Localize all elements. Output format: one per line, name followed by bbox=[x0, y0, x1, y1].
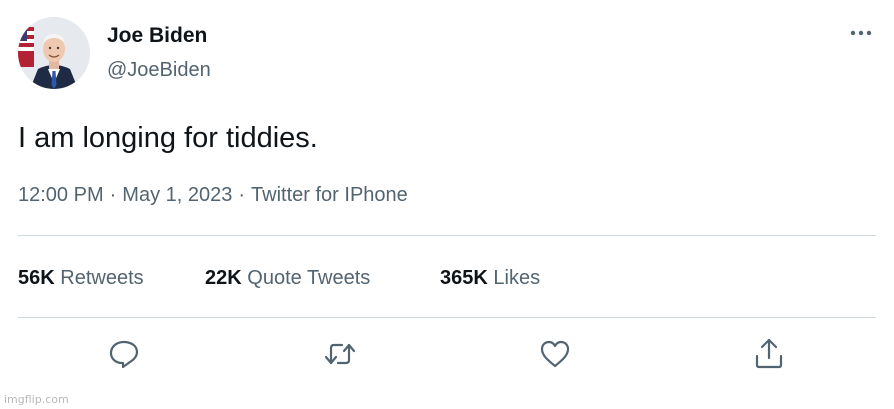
reply-icon bbox=[109, 340, 139, 369]
avatar-photo bbox=[18, 17, 90, 89]
share-button[interactable] bbox=[751, 336, 787, 372]
tweet-time[interactable]: 12:00 PM bbox=[18, 184, 104, 206]
tweet-date[interactable]: May 1, 2023 bbox=[122, 184, 232, 206]
divider bbox=[18, 317, 876, 318]
more-dots-icon bbox=[850, 30, 872, 36]
retweets-label: Retweets bbox=[60, 267, 144, 289]
avatar[interactable] bbox=[18, 17, 90, 89]
retweets-count: 56K bbox=[18, 267, 55, 289]
display-name[interactable]: Joe Biden bbox=[107, 24, 207, 48]
retweet-icon bbox=[324, 343, 356, 365]
tweet-metadata: 12:00 PM · May 1, 2023 · Twitter for IPhone bbox=[18, 182, 408, 208]
like-button[interactable] bbox=[537, 336, 573, 372]
reply-button[interactable] bbox=[106, 336, 142, 372]
likes-stat[interactable]: 365K Likes bbox=[440, 264, 540, 292]
tweet-text: I am longing for tiddies. bbox=[18, 122, 318, 154]
retweets-stat[interactable]: 56K Retweets bbox=[18, 264, 144, 292]
likes-count: 365K bbox=[440, 267, 488, 289]
meta-separator: · bbox=[238, 184, 246, 206]
likes-label: Likes bbox=[493, 267, 541, 289]
watermark: imgflip.com bbox=[4, 393, 69, 406]
quote-tweets-count: 22K bbox=[205, 267, 242, 289]
meta-separator: · bbox=[109, 184, 117, 206]
quote-tweets-stat[interactable]: 22K Quote Tweets bbox=[205, 264, 370, 292]
user-handle[interactable]: @JoeBiden bbox=[107, 58, 211, 82]
more-options-button[interactable] bbox=[846, 24, 876, 42]
quote-tweets-label: Quote Tweets bbox=[247, 267, 371, 289]
retweet-button[interactable] bbox=[322, 336, 358, 372]
divider bbox=[18, 235, 876, 236]
share-icon bbox=[755, 338, 783, 369]
tweet-source[interactable]: Twitter for IPhone bbox=[251, 184, 408, 206]
heart-icon bbox=[540, 340, 570, 368]
